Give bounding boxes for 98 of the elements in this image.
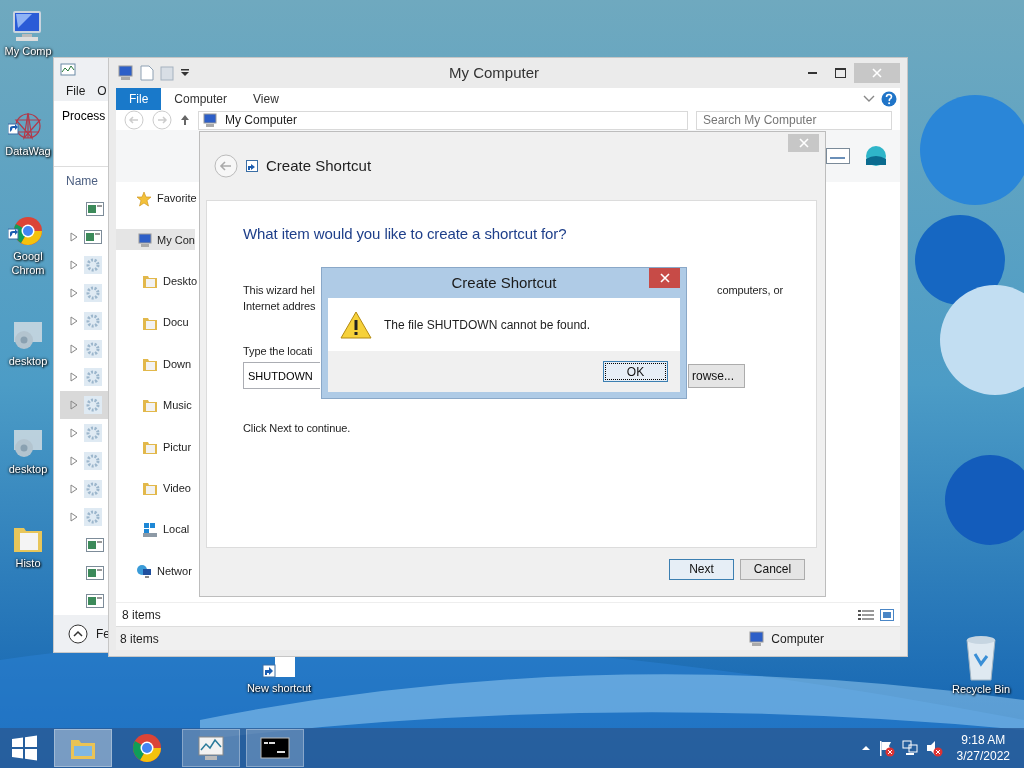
- globe-icon[interactable]: [864, 145, 888, 167]
- next-button[interactable]: Next: [669, 558, 734, 580]
- collapse-icon[interactable]: [68, 623, 88, 644]
- nav-item[interactable]: Local: [116, 519, 190, 541]
- details-view-icon[interactable]: [858, 608, 874, 621]
- column-header[interactable]: Name: [66, 172, 98, 191]
- network-icon[interactable]: [900, 739, 919, 757]
- window-icon: [86, 538, 104, 553]
- icon-label: desktop: [8, 462, 48, 476]
- folder-icon: [142, 356, 158, 373]
- wizard-title: Create Shortcut: [266, 155, 372, 176]
- icon-label: Histo: [15, 556, 41, 570]
- chrome-icon: [131, 732, 163, 764]
- status-location: Computer: [771, 630, 824, 648]
- ribbon-tab[interactable]: View: [240, 88, 292, 110]
- nav-item[interactable]: Docu: [116, 312, 189, 334]
- expand-arrow-icon[interactable]: [70, 372, 78, 383]
- cancel-button[interactable]: Cancel: [740, 558, 805, 580]
- menu-item[interactable]: File: [66, 82, 86, 101]
- expand-arrow-icon[interactable]: [70, 288, 78, 299]
- intro-text: Internet addres: [243, 299, 317, 314]
- warning-icon: [340, 310, 372, 339]
- help-icon[interactable]: [881, 91, 897, 107]
- field-label: Type the locati: [243, 343, 314, 359]
- minimize-icon: [807, 72, 817, 74]
- computer-icon: [136, 231, 152, 248]
- icon-label: Chrom: [11, 263, 45, 277]
- document-icon[interactable]: [140, 65, 154, 81]
- drive-icon: [142, 521, 158, 538]
- window-title: My Computer: [449, 63, 539, 81]
- icon-label: DataWag: [5, 144, 51, 158]
- nav-item[interactable]: Networ: [116, 560, 192, 582]
- icon-label: My Comp: [4, 44, 52, 58]
- folder-icon: [142, 397, 158, 414]
- shortcut-icon: [246, 160, 258, 172]
- speaker-icon[interactable]: [924, 739, 943, 757]
- expand-arrow-icon[interactable]: [70, 316, 78, 327]
- expand-arrow-icon[interactable]: [70, 232, 78, 243]
- clock[interactable]: 9:18 AM 3/27/2022: [956, 732, 1010, 764]
- expand-arrow-icon[interactable]: [70, 484, 78, 495]
- show-hidden-icon[interactable]: [860, 745, 871, 751]
- close-icon: [659, 273, 670, 283]
- icon-label: desktop: [8, 354, 48, 368]
- expand-arrow-icon[interactable]: [70, 512, 78, 523]
- window-icon: [84, 230, 102, 245]
- intro-text: This wizard hel: [243, 282, 315, 298]
- computer-icon: [203, 113, 219, 127]
- folder-icon: [142, 273, 158, 290]
- process-row[interactable]: [60, 391, 108, 420]
- hint-text: Click Next to continue.: [243, 421, 352, 436]
- computer-icon: [747, 630, 766, 647]
- location-field[interactable]: SHUTDOWN: [243, 362, 320, 389]
- item-count: 8 items: [122, 606, 161, 624]
- window-icon: [86, 566, 104, 581]
- ok-button[interactable]: OK: [603, 361, 668, 382]
- nav-item[interactable]: Favorite: [116, 188, 197, 209]
- icon-label: New shortcut: [246, 681, 312, 695]
- expand-arrow-icon[interactable]: [70, 428, 78, 439]
- icon-label: Recycle Bin: [951, 682, 1011, 696]
- window-icon: [86, 202, 104, 217]
- dropdown-icon[interactable]: [180, 68, 190, 78]
- star-icon: [136, 190, 152, 207]
- nav-item[interactable]: Video: [116, 477, 191, 499]
- wizard-heading: What item would you like to create a shortcut for?: [243, 224, 568, 244]
- dialog-message: The file SHUTDOWN cannot be found.: [384, 316, 591, 334]
- menu-item[interactable]: O: [97, 82, 107, 101]
- close-button[interactable]: [649, 268, 680, 288]
- network-icon: [136, 563, 152, 579]
- close-icon: [798, 138, 809, 148]
- nav-item[interactable]: Pictur: [116, 436, 192, 458]
- search-field[interactable]: Search My Computer: [696, 110, 892, 130]
- folder-icon: [142, 480, 158, 497]
- nav-item[interactable]: Music: [116, 394, 192, 416]
- dialog-title: Create Shortcut: [451, 272, 557, 293]
- nav-item[interactable]: My Con: [116, 229, 195, 251]
- expand-arrow-icon[interactable]: [70, 456, 78, 467]
- ribbon-tab[interactable]: Computer: [161, 88, 241, 110]
- up-icon[interactable]: [180, 114, 190, 126]
- icon-label: Googl: [13, 249, 43, 263]
- expand-arrow-icon[interactable]: [70, 400, 78, 411]
- expand-arrow-icon[interactable]: [70, 260, 78, 271]
- maximize-icon: [834, 68, 846, 78]
- chevron-icon[interactable]: [863, 95, 875, 103]
- taskbar-button[interactable]: [246, 729, 304, 767]
- back-icon[interactable]: [214, 154, 238, 178]
- expand-arrow-icon[interactable]: [70, 344, 78, 355]
- close-icon: [872, 68, 882, 78]
- window-icon: [86, 594, 104, 609]
- browse-button[interactable]: rowse...: [688, 363, 745, 388]
- tiles-view-icon[interactable]: [880, 608, 894, 621]
- status-text: 8 items: [120, 630, 159, 648]
- nav-item[interactable]: Deskto: [116, 270, 198, 292]
- nav-item[interactable]: Down: [116, 353, 192, 375]
- intro-text: computers, or: [717, 282, 783, 298]
- address-bar[interactable]: My Computer: [198, 110, 688, 130]
- computer-icon[interactable]: [116, 65, 134, 81]
- chart-icon: [60, 62, 76, 77]
- ribbon-tab[interactable]: File: [116, 88, 162, 110]
